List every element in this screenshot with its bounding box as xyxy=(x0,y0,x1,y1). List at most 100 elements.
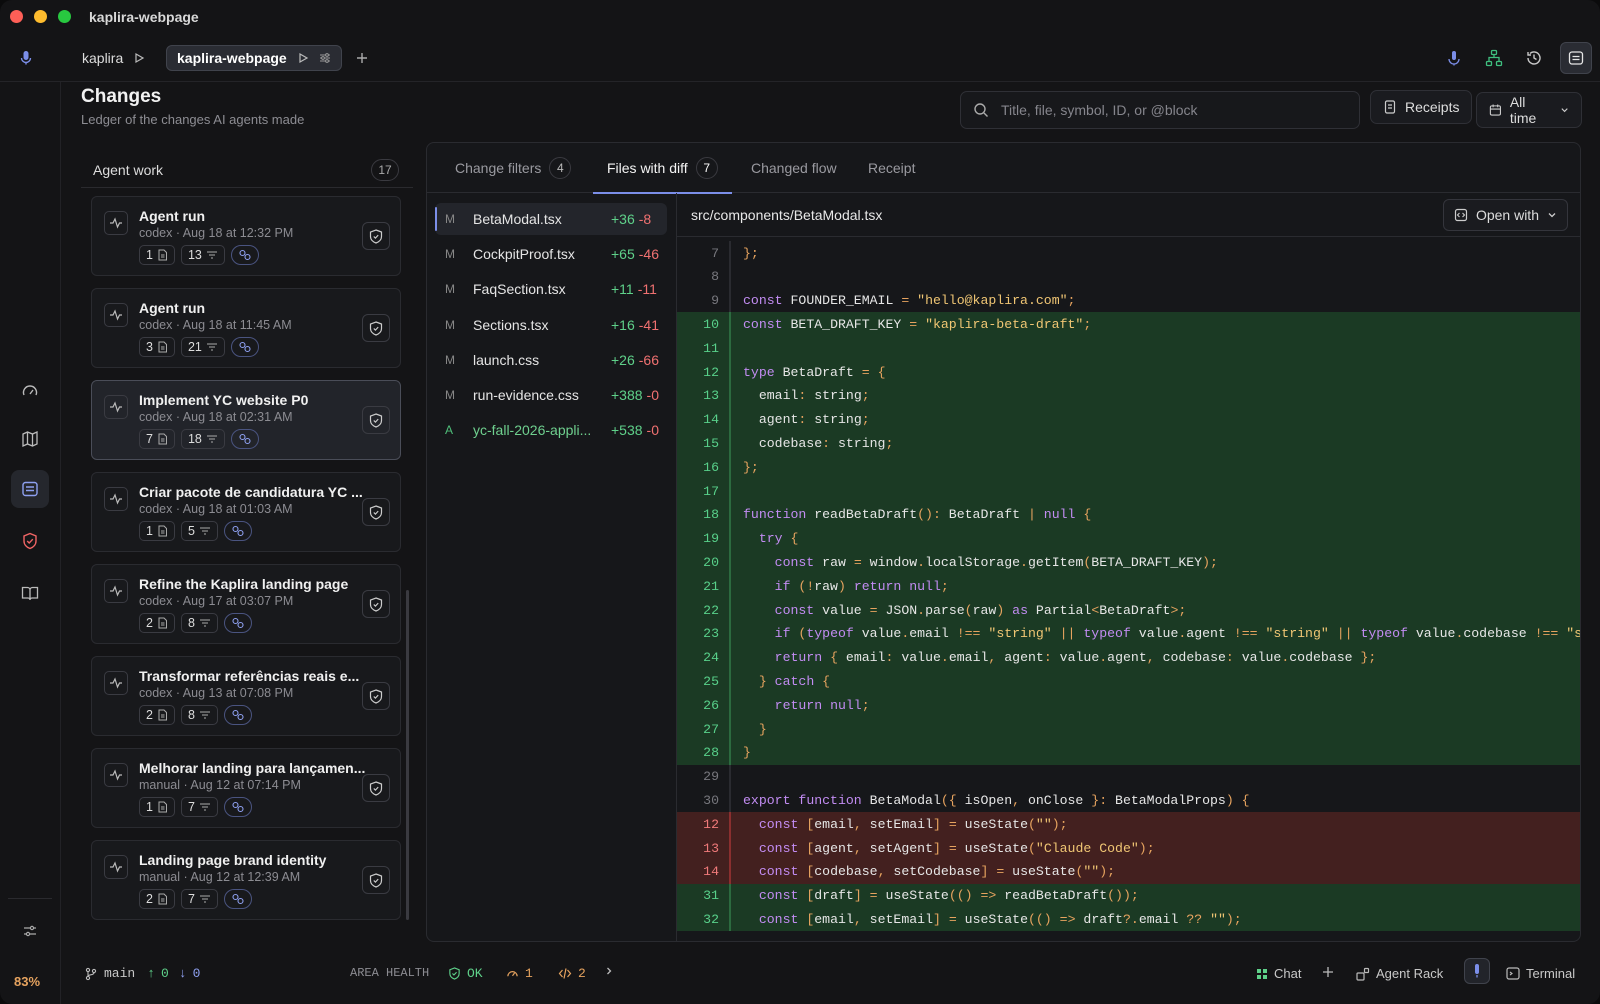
voice-button[interactable] xyxy=(1464,958,1490,984)
agent-run-card[interactable]: Agent run codex · Aug 18 at 12:32 PM 1 13 xyxy=(91,196,401,276)
link-icon xyxy=(239,433,251,445)
project-tab-kaplira-webpage[interactable]: kaplira-webpage xyxy=(166,45,342,71)
shield-check-icon[interactable] xyxy=(362,498,390,526)
warnings-indicator[interactable]: 1 xyxy=(506,966,533,981)
add-tab-button[interactable] xyxy=(350,46,374,70)
diff-gutter xyxy=(729,740,731,765)
changed-file-row[interactable]: Mlaunch.css +26 -66 xyxy=(435,344,667,376)
book-icon[interactable] xyxy=(11,574,49,612)
voice-icon[interactable] xyxy=(1442,46,1466,70)
diff-gutter xyxy=(729,288,731,313)
shield-check-icon[interactable] xyxy=(362,590,390,618)
search-box[interactable] xyxy=(960,91,1360,129)
changed-file-row[interactable]: M FaqSection.tsx +11 -11 xyxy=(435,273,667,305)
time-filter-select[interactable]: All time xyxy=(1476,92,1582,128)
link-chip[interactable] xyxy=(230,337,259,357)
link-chip[interactable] xyxy=(223,889,252,909)
receipts-button[interactable]: Receipts xyxy=(1370,90,1473,124)
shield-check-icon[interactable] xyxy=(362,406,390,434)
agent-run-card[interactable]: Agent run codex · Aug 18 at 11:45 AM 3 21 xyxy=(91,288,401,368)
agent-run-card[interactable]: Criar pacote de candidatura YC ... codex … xyxy=(91,472,401,552)
agent-run-stats: 28 xyxy=(139,705,252,725)
maximize-window-button[interactable] xyxy=(58,10,71,23)
search-input[interactable] xyxy=(1001,102,1331,118)
tab-change-filters[interactable]: Change filters 4 xyxy=(455,143,572,193)
health-ok-indicator[interactable]: OK xyxy=(448,966,483,981)
agent-run-card[interactable]: Implement YC website P0 codex · Aug 18 at… xyxy=(91,380,401,460)
shield-alert-icon[interactable] xyxy=(11,522,49,560)
agent-work-label: Agent work xyxy=(93,161,164,178)
diff-code-view[interactable]: 7}; 8 9 const FOUNDER_EMAIL = "hello@kaplir… xyxy=(677,237,1580,941)
changed-file-row[interactable]: M CockpitProof.tsx +65 -46 xyxy=(435,238,667,270)
new-chat-button[interactable] xyxy=(1322,966,1334,978)
shield-check-icon[interactable] xyxy=(362,682,390,710)
play-icon[interactable] xyxy=(133,52,145,64)
agent-run-card[interactable]: Transformar referências reais e... codex … xyxy=(91,656,401,736)
shield-check-icon[interactable] xyxy=(362,866,390,894)
link-chip[interactable] xyxy=(223,613,252,633)
link-chip[interactable] xyxy=(223,705,252,725)
agent-run-card[interactable]: Landing page brand identity manual · Aug … xyxy=(91,840,401,920)
sliders-icon[interactable] xyxy=(319,52,331,64)
tab-changed-flow[interactable]: Changed flow xyxy=(751,143,837,193)
git-branch-icon xyxy=(85,967,97,980)
mic-icon[interactable] xyxy=(14,46,38,70)
chat-label: Chat xyxy=(1274,966,1302,981)
agent-run-card[interactable]: Melhorar landing para lançamen... manual … xyxy=(91,748,401,828)
agent-run-stats: 3 21 xyxy=(139,337,259,357)
link-chip[interactable] xyxy=(230,245,259,265)
filter-icon xyxy=(199,527,210,535)
link-chip[interactable] xyxy=(223,521,252,541)
diff-gutter xyxy=(729,550,731,575)
shield-check-icon[interactable] xyxy=(362,222,390,250)
terminal-button[interactable]: Terminal xyxy=(1506,966,1575,981)
line-number: 7 xyxy=(711,245,719,261)
file-additions: +16 xyxy=(611,316,635,333)
line-number: 25 xyxy=(703,673,719,689)
changed-file-row[interactable]: M BetaModal.tsx +36 -8 xyxy=(435,203,667,235)
file-status: M xyxy=(445,317,455,332)
tab-receipt[interactable]: Receipt xyxy=(868,143,915,193)
chevron-right-icon[interactable] xyxy=(604,966,614,976)
gauge-icon[interactable] xyxy=(11,372,49,410)
changed-file-row[interactable]: M Sections.tsx +16 -41 xyxy=(435,309,667,341)
changes-ledger-icon[interactable] xyxy=(11,470,49,508)
code-issues-indicator[interactable]: 2 xyxy=(558,966,586,981)
filter-icon xyxy=(199,803,210,811)
close-window-button[interactable] xyxy=(10,10,23,23)
branch-indicator[interactable]: main ↑ 0 ↓ 0 xyxy=(84,966,200,981)
open-with-button[interactable]: Open with xyxy=(1442,199,1568,231)
line-number: 21 xyxy=(703,578,719,594)
time-filter-value: All time xyxy=(1509,94,1537,126)
diff-gutter xyxy=(729,502,731,527)
graph-icon[interactable] xyxy=(1482,46,1506,70)
line-number: 29 xyxy=(703,769,719,785)
link-chip[interactable] xyxy=(230,429,259,449)
activity-icon xyxy=(104,763,128,787)
agent-run-card[interactable]: Refine the Kaplira landing page codex · A… xyxy=(91,564,401,644)
agent-list-scrollbar[interactable] xyxy=(406,590,409,920)
shield-check-icon[interactable] xyxy=(362,314,390,342)
files-count-chip: 1 xyxy=(139,521,175,541)
minimize-window-button[interactable] xyxy=(34,10,47,23)
tab-files-with-diff[interactable]: Files with diff 7 xyxy=(593,143,732,194)
project-tab-kaplira[interactable]: kaplira xyxy=(72,45,155,71)
file-deletions: -8 xyxy=(638,211,652,227)
agent-rack-button[interactable]: Agent Rack xyxy=(1356,966,1443,981)
diff-line-add: 25 } catch { xyxy=(677,669,1580,694)
map-icon[interactable] xyxy=(11,420,49,458)
calendar-icon xyxy=(1489,104,1501,116)
changed-file-row[interactable]: Mrun-evidence.css +388 -0 xyxy=(435,379,667,411)
diff-line-add: 11 xyxy=(677,336,1580,361)
code-text: const [codebase, setCodebase] = useState… xyxy=(758,864,1116,880)
chat-button[interactable]: Chat xyxy=(1256,966,1301,981)
tab-label: Change filters xyxy=(455,160,542,176)
play-icon[interactable] xyxy=(297,52,309,64)
file-status: A xyxy=(445,423,454,438)
link-chip[interactable] xyxy=(223,797,252,817)
changed-file-row[interactable]: Ayc-fall-2026-appli... +538 -0 xyxy=(435,414,667,446)
panel-toggle-button[interactable] xyxy=(1560,42,1592,74)
shield-check-icon[interactable] xyxy=(362,774,390,802)
history-icon[interactable] xyxy=(1522,46,1546,70)
plus-icon xyxy=(357,53,367,63)
